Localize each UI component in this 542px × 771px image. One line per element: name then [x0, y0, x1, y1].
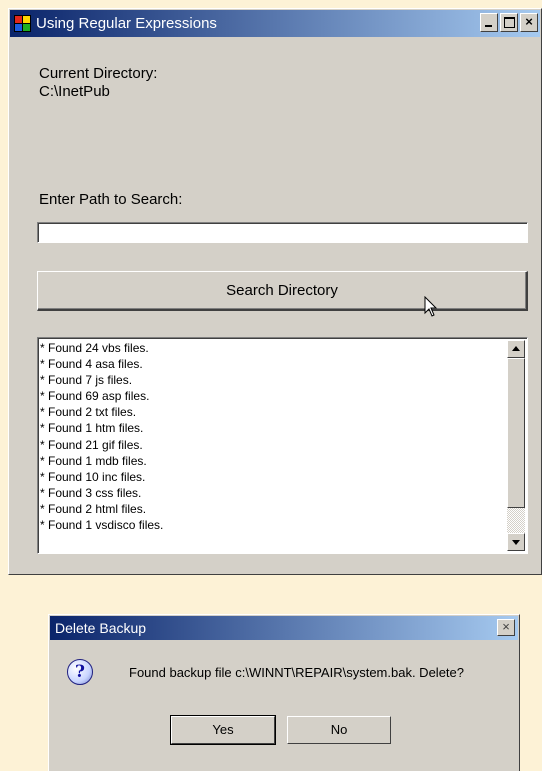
list-item[interactable]: * Found 1 mdb files.: [40, 453, 505, 469]
results-listbox[interactable]: * Found 24 vbs files. * Found 4 asa files…: [37, 337, 528, 554]
maximize-icon: [504, 17, 515, 28]
list-item[interactable]: * Found 4 asa files.: [40, 356, 505, 372]
arrow-up-icon: [512, 346, 520, 351]
dialog-close-button[interactable]: ×: [497, 619, 515, 636]
yes-button[interactable]: Yes: [170, 715, 276, 745]
list-item[interactable]: * Found 24 vbs files.: [40, 340, 505, 356]
list-item[interactable]: * Found 69 asp files.: [40, 388, 505, 404]
main-window: Using Regular Expressions × Current Dire…: [8, 8, 542, 575]
scroll-thumb[interactable]: [507, 358, 525, 508]
list-item[interactable]: * Found 21 gif files.: [40, 437, 505, 453]
list-item[interactable]: * Found 7 js files.: [40, 372, 505, 388]
results-list: * Found 24 vbs files. * Found 4 asa files…: [40, 340, 505, 551]
list-item[interactable]: * Found 2 txt files.: [40, 404, 505, 420]
question-icon: ?: [67, 659, 93, 685]
close-button[interactable]: ×: [520, 13, 538, 32]
title-bar-buttons: ×: [480, 13, 538, 32]
dialog-title: Delete Backup: [55, 620, 147, 636]
dialog-title-bar[interactable]: Delete Backup ×: [50, 616, 518, 640]
list-item[interactable]: * Found 1 htm files.: [40, 420, 505, 436]
mouse-cursor-icon: [424, 296, 438, 317]
close-icon: ×: [502, 619, 510, 634]
minimize-button[interactable]: [480, 13, 498, 32]
list-item[interactable]: * Found 1 vsdisco files.: [40, 517, 505, 533]
delete-backup-dialog: Delete Backup × ? Found backup file c:\W…: [48, 614, 520, 771]
list-item[interactable]: * Found 3 css files.: [40, 485, 505, 501]
title-bar[interactable]: Using Regular Expressions ×: [10, 10, 540, 37]
maximize-button[interactable]: [500, 13, 518, 32]
app-icon: [14, 15, 31, 32]
minimize-icon: [485, 25, 492, 27]
search-directory-button[interactable]: Search Directory: [37, 271, 528, 311]
close-icon: ×: [525, 14, 533, 29]
current-directory-label: Current Directory:: [39, 65, 158, 82]
arrow-down-icon: [512, 540, 520, 545]
path-label: Enter Path to Search:: [39, 191, 183, 208]
list-item[interactable]: * Found 2 html files.: [40, 501, 505, 517]
list-item[interactable]: * Found 10 inc files.: [40, 469, 505, 485]
scroll-up-button[interactable]: [507, 340, 525, 358]
dialog-message: Found backup file c:\WINNT\REPAIR\system…: [129, 665, 464, 680]
path-input[interactable]: [37, 222, 528, 243]
current-directory-value: C:\InetPub: [39, 83, 110, 100]
scroll-down-button[interactable]: [507, 533, 525, 551]
vertical-scrollbar[interactable]: [507, 340, 525, 551]
no-button[interactable]: No: [287, 716, 391, 744]
window-title: Using Regular Expressions: [36, 15, 217, 32]
